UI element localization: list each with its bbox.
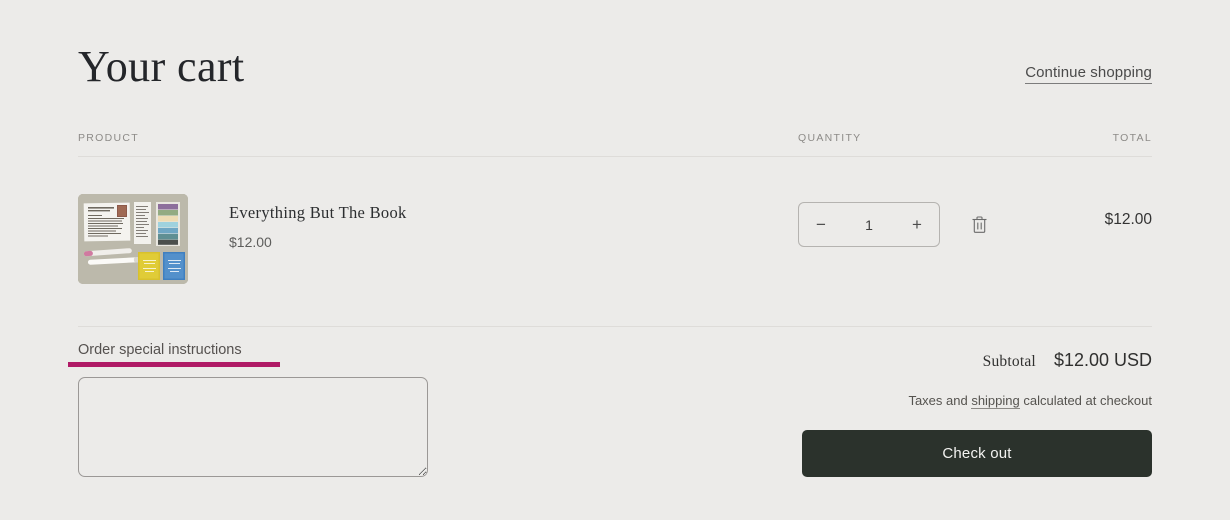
cart-table-header: PRODUCT QUANTITY TOTAL bbox=[78, 132, 1152, 158]
tax-note-suffix: calculated at checkout bbox=[1019, 393, 1152, 409]
cart-header: Your cart Continue shopping bbox=[78, 0, 1152, 90]
cart-totals-block: Subtotal $12.00 USD Taxes and shipping c… bbox=[802, 341, 1152, 478]
cart-page: Your cart Continue shopping PRODUCT QUAN… bbox=[0, 0, 1230, 520]
product-title[interactable]: Everything But The Book bbox=[229, 203, 407, 223]
remove-item-button[interactable] bbox=[969, 213, 990, 236]
order-notes-block: Order special instructions bbox=[68, 341, 430, 478]
order-notes-label-text: Order special instructions bbox=[78, 342, 242, 359]
checkout-button[interactable]: Check out bbox=[802, 430, 1152, 478]
subtotal-value: $12.00 USD bbox=[1053, 350, 1152, 371]
table-row: Everything But The Book $12.00 − + bbox=[78, 157, 1152, 326]
tax-shipping-note: Taxes and shipping calculated at checkou… bbox=[802, 393, 1152, 410]
cart-item-product: Everything But The Book $12.00 bbox=[78, 194, 798, 285]
tax-note-prefix: Taxes and bbox=[908, 393, 972, 409]
column-header-total: TOTAL bbox=[1112, 132, 1152, 145]
quantity-input[interactable] bbox=[843, 216, 895, 233]
quantity-decrease-button[interactable]: − bbox=[799, 203, 843, 246]
trash-icon bbox=[971, 216, 988, 237]
order-notes-label: Order special instructions bbox=[68, 342, 280, 368]
cart-footer: Order special instructions Subtotal $12.… bbox=[68, 327, 1152, 478]
column-header-quantity: QUANTITY bbox=[798, 132, 862, 145]
shipping-policy-link[interactable]: shipping bbox=[971, 393, 1020, 410]
cart-item-info: Everything But The Book $12.00 bbox=[188, 194, 407, 250]
product-thumbnail[interactable] bbox=[78, 194, 188, 285]
cart-item-line-total: $12.00 bbox=[1104, 211, 1152, 229]
order-notes-input[interactable] bbox=[78, 377, 428, 478]
subtotal-row: Subtotal $12.00 USD bbox=[802, 350, 1152, 371]
column-header-product: PRODUCT bbox=[78, 132, 140, 145]
subtotal-label: Subtotal bbox=[982, 353, 1036, 371]
cart-item-quantity: − + bbox=[798, 194, 1032, 248]
quantity-increase-button[interactable]: + bbox=[895, 203, 939, 246]
continue-shopping-link[interactable]: Continue shopping bbox=[1025, 64, 1152, 85]
quantity-stepper[interactable]: − + bbox=[798, 202, 940, 248]
page-title: Your cart bbox=[78, 42, 245, 91]
order-notes-highlight bbox=[68, 362, 280, 368]
product-unit-price: $12.00 bbox=[229, 234, 272, 251]
